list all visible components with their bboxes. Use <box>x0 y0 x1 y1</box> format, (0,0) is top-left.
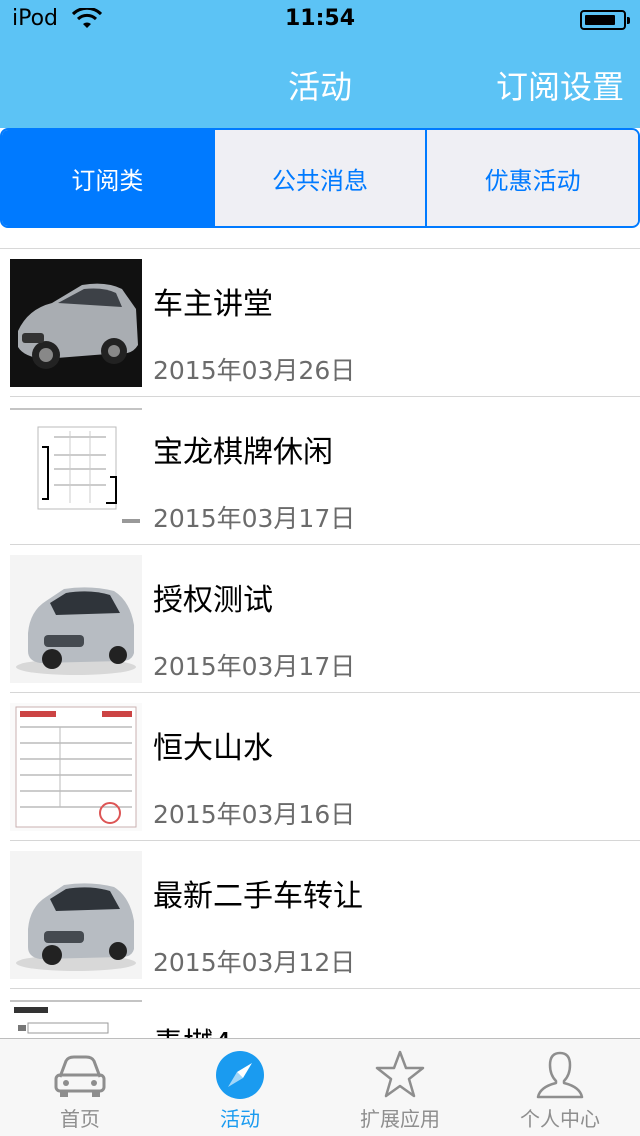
list-item[interactable]: 青樾4 <box>0 989 640 1038</box>
document-image <box>10 407 142 535</box>
segment-promotions[interactable]: 优惠活动 <box>425 130 638 226</box>
item-title: 授权测试 <box>153 583 273 618</box>
tab-label: 活动 <box>220 1107 260 1131</box>
item-date: 2015年03月17日 <box>153 652 356 681</box>
tab-label: 个人中心 <box>520 1107 600 1131</box>
van-image <box>10 851 142 979</box>
form-image <box>10 703 142 831</box>
item-date: 2015年03月17日 <box>153 504 356 533</box>
item-title: 恒大山水 <box>153 731 273 766</box>
tab-activity[interactable]: 活动 <box>160 1039 320 1136</box>
tab-label: 首页 <box>60 1107 100 1131</box>
van-image <box>10 555 142 683</box>
status-bar: iPod 11:54 <box>0 0 640 40</box>
item-title: 青樾4 <box>153 1019 232 1038</box>
item-title: 车主讲堂 <box>153 287 273 322</box>
clock: 11:54 <box>284 6 356 31</box>
item-date: 2015年03月12日 <box>153 948 356 977</box>
activity-list: 车主讲堂 2015年03月26日 宝龙棋牌休闲 2015年03月17日 授权测试… <box>0 248 640 1038</box>
item-title: 宝龙棋牌休闲 <box>153 435 333 470</box>
list-item[interactable]: 恒大山水 2015年03月16日 <box>0 693 640 841</box>
segment-public-messages[interactable]: 公共消息 <box>212 130 426 226</box>
item-date: 2015年03月26日 <box>153 356 356 385</box>
list-item[interactable]: 车主讲堂 2015年03月26日 <box>0 249 640 397</box>
list-item[interactable]: 最新二手车转让 2015年03月12日 <box>0 841 640 989</box>
tab-extensions[interactable]: 扩展应用 <box>320 1039 480 1136</box>
battery-icon <box>580 10 630 30</box>
car-image <box>10 259 142 387</box>
tab-profile[interactable]: 个人中心 <box>480 1039 640 1136</box>
compass-icon <box>216 1051 264 1099</box>
list-item[interactable]: 授权测试 2015年03月17日 <box>0 545 640 693</box>
person-icon <box>536 1051 584 1099</box>
star-icon <box>375 1050 425 1098</box>
item-title: 最新二手车转让 <box>153 879 363 914</box>
subscription-settings-button[interactable]: 订阅设置 <box>496 62 624 108</box>
tab-home[interactable]: 首页 <box>0 1039 160 1136</box>
tab-bar: 首页 活动 扩展应用 个人中心 <box>0 1038 640 1136</box>
car-icon <box>54 1055 106 1097</box>
form-image <box>10 999 142 1038</box>
list-item[interactable]: 宝龙棋牌休闲 2015年03月17日 <box>0 397 640 545</box>
segment-subscriptions[interactable]: 订阅类 <box>2 130 213 226</box>
item-date: 2015年03月16日 <box>153 800 356 829</box>
tab-label: 扩展应用 <box>360 1107 440 1131</box>
navigation-bar: 活动 订阅设置 <box>0 40 640 128</box>
category-segmented-control: 订阅类 公共消息 优惠活动 <box>0 128 640 228</box>
